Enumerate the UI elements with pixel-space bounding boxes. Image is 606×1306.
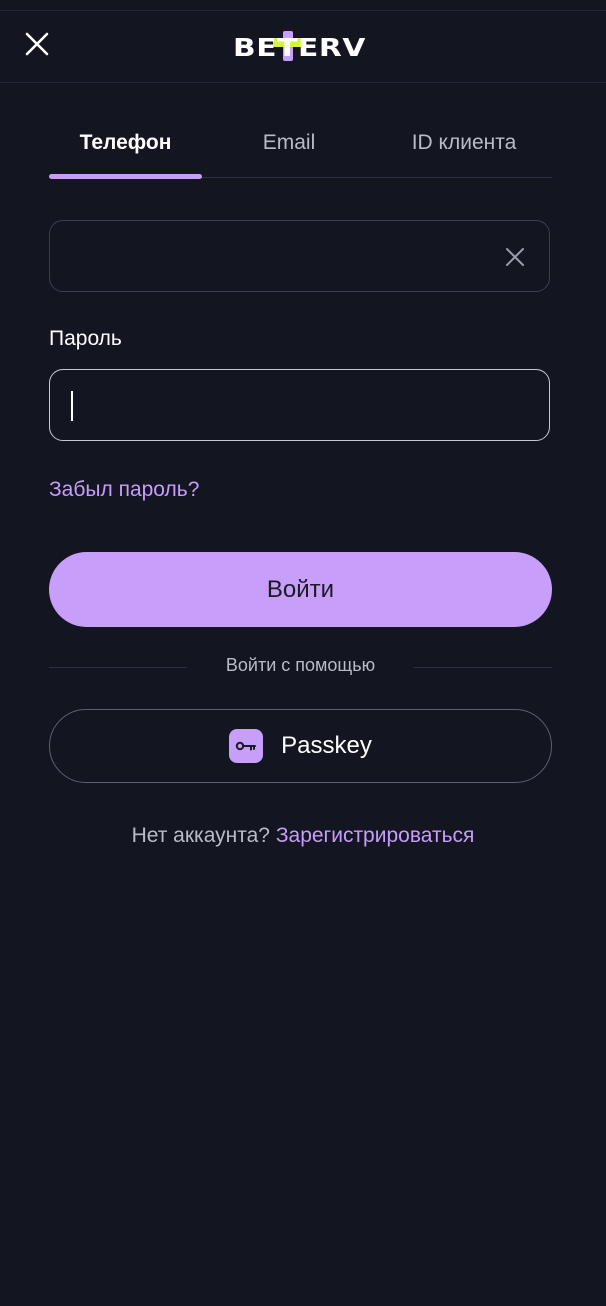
active-tab-indicator	[49, 174, 202, 179]
close-button[interactable]	[20, 27, 54, 61]
tab-client-id[interactable]: ID клиента	[384, 110, 544, 176]
passkey-button[interactable]: Passkey	[49, 709, 552, 783]
tab-phone[interactable]: Телефон	[49, 110, 202, 176]
logo-text: BETERV	[233, 33, 366, 62]
logo: BETERV	[233, 31, 366, 62]
password-input[interactable]	[70, 388, 494, 426]
header: BETERV	[0, 11, 606, 83]
clear-phone-button[interactable]	[501, 243, 529, 271]
login-tabs: Телефон Email ID клиента	[49, 110, 552, 180]
password-field	[49, 369, 550, 441]
alt-login-text: Войти с помощью	[225, 655, 376, 675]
password-label: Пароль	[49, 327, 122, 350]
phone-input[interactable]	[70, 239, 494, 277]
key-icon	[229, 729, 264, 763]
close-icon	[25, 32, 49, 56]
passkey-label: Passkey	[281, 732, 372, 759]
clear-icon	[506, 248, 524, 266]
signup-link[interactable]: Зарегистрироваться	[276, 824, 475, 847]
divider-line-right	[414, 667, 552, 668]
text-cursor	[71, 391, 73, 421]
forgot-password-link[interactable]: Забыл пароль?	[49, 478, 199, 502]
no-account-text: Нет аккаунта?	[131, 824, 270, 847]
login-button[interactable]: Войти	[49, 552, 552, 627]
tab-email[interactable]: Email	[229, 110, 349, 176]
phone-field	[49, 220, 550, 292]
signup-row: Нет аккаунта? Зарегистрироваться	[0, 824, 606, 848]
alt-login-divider: Войти с помощью	[49, 652, 552, 682]
